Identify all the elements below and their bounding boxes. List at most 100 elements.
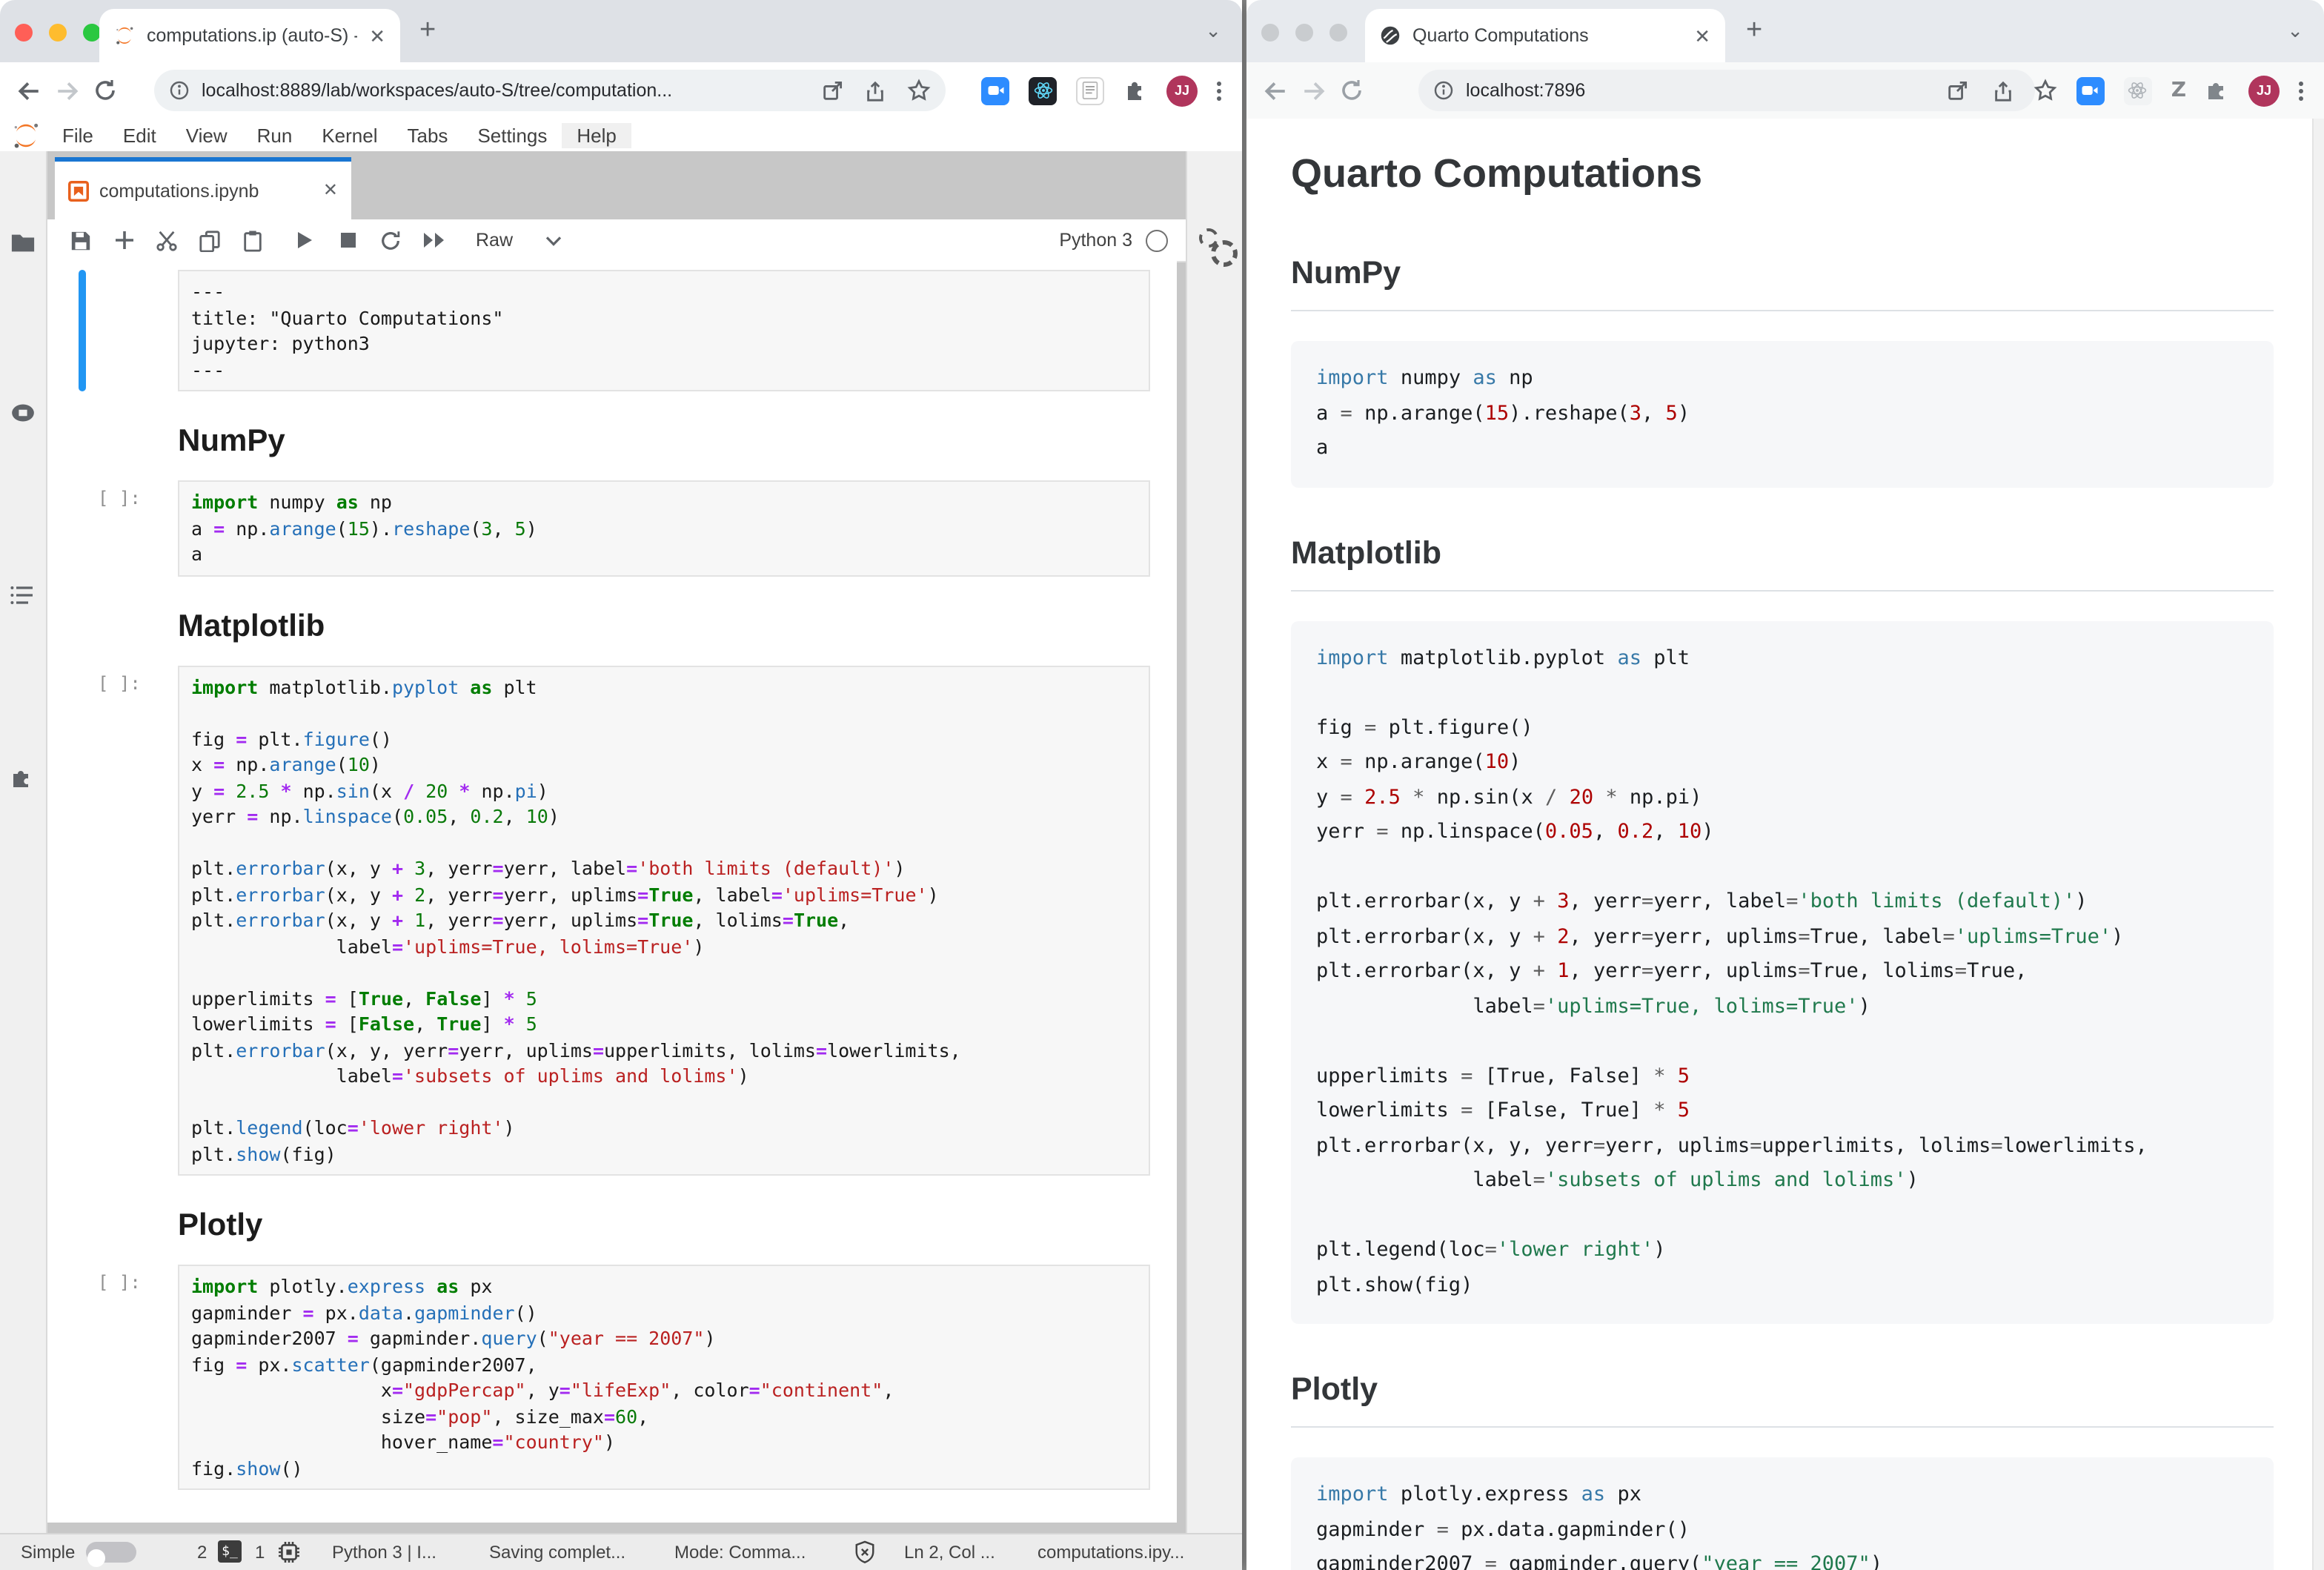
address-bar[interactable]: localhost:8889/lab/workspaces/auto-S/tre… bbox=[154, 70, 946, 111]
extensions-puzzle-icon[interactable] bbox=[2205, 79, 2229, 102]
simple-mode-toggle[interactable] bbox=[86, 1542, 136, 1563]
run-cell-button[interactable] bbox=[283, 230, 326, 251]
close-window-button[interactable] bbox=[1261, 24, 1279, 42]
table-of-contents-icon[interactable] bbox=[10, 586, 34, 605]
url-text[interactable]: localhost:8889/lab/workspaces/auto-S/tre… bbox=[202, 80, 821, 101]
extension-icons: Z JJ bbox=[1946, 75, 2303, 106]
bookmark-star-icon[interactable] bbox=[2034, 79, 2057, 102]
notes-extension-icon[interactable] bbox=[1076, 76, 1104, 105]
window-controls[interactable] bbox=[15, 24, 101, 42]
cell-collapser[interactable] bbox=[79, 270, 86, 391]
running-kernels-icon[interactable] bbox=[10, 403, 36, 423]
open-in-app-icon[interactable] bbox=[821, 79, 843, 102]
kernel-indicator[interactable]: Python 3 bbox=[1059, 229, 1186, 251]
reload-icon[interactable] bbox=[86, 79, 124, 102]
menu-file[interactable]: File bbox=[47, 122, 108, 148]
menu-tabs[interactable]: Tabs bbox=[393, 122, 463, 148]
menu-edit[interactable]: Edit bbox=[108, 122, 171, 148]
markdown-heading-matplotlib[interactable]: Matplotlib bbox=[47, 609, 1177, 644]
site-info-icon[interactable] bbox=[1433, 80, 1454, 101]
save-button[interactable] bbox=[59, 229, 102, 251]
menu-view[interactable]: View bbox=[171, 122, 242, 148]
quarto-page[interactable]: Quarto Computations NumPy import numpy a… bbox=[1246, 119, 2314, 1570]
raw-cell[interactable]: ---title: "Quarto Computations"jupyter: … bbox=[47, 270, 1177, 391]
notebook-tab-close-icon[interactable]: ✕ bbox=[323, 181, 338, 200]
forward-icon[interactable] bbox=[47, 78, 86, 103]
numpy-code-cell[interactable]: [ ]: import numpy as npa = np.arange(15)… bbox=[47, 480, 1177, 576]
section-heading-numpy: NumPy bbox=[1291, 255, 2274, 311]
notebook-file-icon bbox=[68, 180, 89, 201]
plotly-cell-editor[interactable]: import plotly.express as pxgapminder = p… bbox=[178, 1265, 1150, 1490]
site-info-icon[interactable] bbox=[169, 80, 190, 101]
browser-tab[interactable]: computations.ip (auto-S) - Jup ✕ bbox=[99, 9, 400, 62]
terminals-count[interactable]: 2 bbox=[197, 1542, 207, 1563]
trust-shield-icon[interactable] bbox=[854, 1540, 876, 1564]
copy-cells-button[interactable] bbox=[188, 229, 231, 251]
close-window-button[interactable] bbox=[15, 24, 33, 42]
raw-cell-editor[interactable]: ---title: "Quarto Computations"jupyter: … bbox=[178, 270, 1150, 391]
window-controls[interactable] bbox=[1261, 24, 1347, 42]
tab-close-icon[interactable]: ✕ bbox=[369, 26, 385, 45]
numpy-cell-editor[interactable]: import numpy as npa = np.arange(15).resh… bbox=[178, 480, 1150, 576]
extensions-puzzle-icon[interactable] bbox=[1123, 79, 1147, 102]
tab-search-chevron-icon[interactable]: ⌄ bbox=[1205, 19, 1221, 43]
plotly-code-cell[interactable]: [ ]: import plotly.express as pxgapminde… bbox=[47, 1265, 1177, 1490]
notebook-content[interactable]: ---title: "Quarto Computations"jupyter: … bbox=[47, 261, 1177, 1523]
zoom-window-button[interactable] bbox=[1329, 24, 1347, 42]
paste-cells-button[interactable] bbox=[231, 229, 274, 251]
tab-close-icon[interactable]: ✕ bbox=[1694, 26, 1710, 45]
kernels-count[interactable]: 1 bbox=[255, 1542, 265, 1563]
tab-search-chevron-icon[interactable]: ⌄ bbox=[2287, 19, 2303, 43]
back-icon[interactable] bbox=[9, 78, 47, 103]
restart-run-all-button[interactable] bbox=[412, 231, 455, 249]
browser-tab[interactable]: Quarto Computations ✕ bbox=[1365, 9, 1725, 62]
url-text[interactable]: localhost:7896 bbox=[1466, 80, 2020, 101]
zoom-extension-icon[interactable] bbox=[2076, 76, 2105, 105]
open-in-app-icon[interactable] bbox=[1946, 79, 1968, 102]
matplotlib-cell-editor[interactable]: import matplotlib.pyplot as plt fig = pl… bbox=[178, 665, 1150, 1176]
matplotlib-code-cell[interactable]: [ ]: import matplotlib.pyplot as plt fig… bbox=[47, 665, 1177, 1176]
add-cell-button[interactable] bbox=[102, 230, 145, 251]
file-browser-icon[interactable] bbox=[10, 233, 36, 254]
forward-icon[interactable] bbox=[1294, 78, 1332, 103]
restart-kernel-button[interactable] bbox=[369, 229, 412, 251]
cell-type-dropdown[interactable]: Raw bbox=[476, 230, 562, 251]
chrome-menu-icon[interactable] bbox=[2299, 81, 2303, 100]
zoom-extension-icon[interactable] bbox=[981, 76, 1009, 105]
share-icon[interactable] bbox=[1992, 79, 2014, 102]
zoom-window-button[interactable] bbox=[83, 24, 101, 42]
cursor-position[interactable]: Ln 2, Col ... bbox=[904, 1542, 995, 1563]
bookmark-star-icon[interactable] bbox=[907, 79, 931, 102]
chrome-menu-icon[interactable] bbox=[1217, 81, 1221, 100]
browser-tabstrip: Quarto Computations ✕ + ⌄ bbox=[1246, 0, 2324, 62]
reload-icon[interactable] bbox=[1332, 79, 1371, 102]
share-icon[interactable] bbox=[864, 79, 886, 102]
interrupt-kernel-button[interactable] bbox=[326, 231, 369, 249]
minimize-window-button[interactable] bbox=[1295, 24, 1313, 42]
menu-settings[interactable]: Settings bbox=[462, 122, 562, 148]
menu-run[interactable]: Run bbox=[242, 122, 308, 148]
z-extension-icon[interactable]: Z bbox=[2171, 79, 2186, 102]
kernel-chip-icon bbox=[277, 1540, 301, 1564]
profile-avatar[interactable]: JJ bbox=[2248, 75, 2280, 106]
new-tab-button[interactable]: + bbox=[1746, 19, 1762, 43]
react-devtools-icon[interactable] bbox=[2124, 76, 2152, 105]
mode-indicator[interactable]: Mode: Comma... bbox=[674, 1542, 806, 1563]
back-icon[interactable] bbox=[1255, 78, 1294, 103]
react-devtools-icon[interactable] bbox=[1029, 76, 1057, 105]
kernel-status-text[interactable]: Python 3 | I... bbox=[332, 1542, 436, 1563]
address-bar[interactable]: localhost:7896 bbox=[1418, 70, 2035, 111]
new-tab-button[interactable]: + bbox=[419, 19, 436, 43]
notebook-tab[interactable]: computations.ipynb ✕ bbox=[55, 157, 351, 219]
cell-type-value: Raw bbox=[476, 230, 513, 251]
menu-kernel[interactable]: Kernel bbox=[307, 122, 392, 148]
statusbar-filename: computations.ipy... bbox=[1038, 1542, 1184, 1563]
cut-cells-button[interactable] bbox=[145, 229, 188, 251]
markdown-heading-numpy[interactable]: NumPy bbox=[47, 424, 1177, 460]
minimize-window-button[interactable] bbox=[49, 24, 67, 42]
menu-help[interactable]: Help bbox=[562, 122, 631, 148]
page-scrollbar[interactable] bbox=[2312, 119, 2324, 1570]
profile-avatar[interactable]: JJ bbox=[1166, 75, 1198, 106]
extension-manager-icon[interactable] bbox=[10, 766, 34, 790]
markdown-heading-plotly[interactable]: Plotly bbox=[47, 1208, 1177, 1244]
